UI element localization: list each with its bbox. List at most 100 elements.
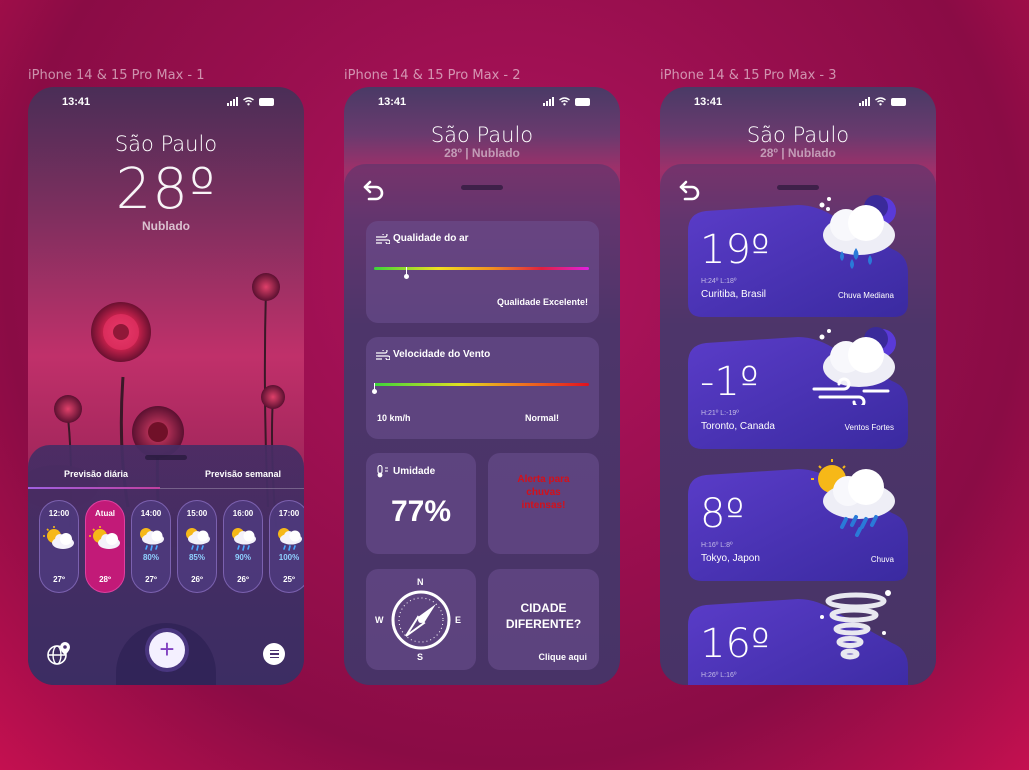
city-temperature: 19º bbox=[700, 227, 770, 273]
rain-alert-text: Alerta para chuvas intensas! bbox=[517, 474, 570, 511]
frame-title-1: iPhone 14 & 15 Pro Max - 1 bbox=[28, 68, 205, 83]
tab-weekly-forecast[interactable]: Previsão semanal bbox=[205, 469, 281, 479]
city-condition: Ventos Fortes bbox=[844, 423, 894, 432]
precipitation-chance: 85% bbox=[188, 553, 205, 562]
thermometer-icon bbox=[377, 465, 388, 478]
drag-handle[interactable] bbox=[145, 455, 187, 460]
other-city-title: CIDADE DIFERENTE? bbox=[505, 601, 582, 631]
city-weather-card[interactable]: 8º H:16º L:8º Tokyo, Japon Chuva bbox=[688, 459, 908, 581]
sun-rain-cloud-icon bbox=[804, 457, 904, 537]
hour-temperature: 27º bbox=[53, 575, 65, 584]
hour-label: Atual bbox=[95, 509, 115, 518]
city-location: Toronto, Canada bbox=[701, 421, 775, 432]
moon-rain-cloud-icon bbox=[804, 193, 904, 273]
wind-speed-status: Normal! bbox=[524, 413, 559, 423]
current-temperature: 28º bbox=[115, 157, 217, 222]
city-temperature: -1º bbox=[700, 359, 759, 405]
hour-temperature: 26º bbox=[237, 575, 249, 584]
add-city-button[interactable]: + bbox=[149, 632, 185, 668]
signal-icon bbox=[227, 97, 238, 106]
back-arrow-icon[interactable] bbox=[362, 179, 388, 201]
high-low-temps: H:16º L:8º bbox=[701, 542, 733, 549]
current-condition: Nublado bbox=[142, 219, 190, 233]
city-weather-card[interactable]: 16º H:26º L:16º bbox=[688, 590, 908, 685]
hourly-forecast-item[interactable]: Atual 28º bbox=[85, 500, 125, 593]
menu-icon[interactable] bbox=[263, 643, 285, 665]
humidity-label: Umidade bbox=[393, 466, 436, 477]
phone-details-screen: 13:41 São Paulo 28º | Nublado Qualidade … bbox=[344, 87, 620, 685]
hourly-forecast-item[interactable]: 15:00 85% 26º bbox=[177, 500, 217, 593]
battery-icon bbox=[891, 97, 906, 106]
precipitation-chance: 90% bbox=[234, 553, 251, 562]
sun-rain-cloud-icon bbox=[273, 526, 304, 552]
city-subtitle: 28º | Nublado bbox=[760, 146, 836, 160]
city-subtitle: 28º | Nublado bbox=[444, 146, 520, 160]
precipitation-chance: 100% bbox=[278, 553, 300, 562]
drag-handle[interactable] bbox=[777, 185, 819, 190]
humidity-card: Umidade 77% bbox=[366, 453, 476, 554]
hour-label: 14:00 bbox=[140, 509, 162, 518]
battery-icon bbox=[575, 97, 590, 106]
status-bar: 13:41 bbox=[660, 96, 936, 110]
back-arrow-icon[interactable] bbox=[678, 179, 704, 201]
wind-speed-dot bbox=[372, 389, 377, 394]
city-name: São Paulo bbox=[114, 132, 218, 156]
other-city-card[interactable]: CIDADE DIFERENTE? Clique aqui bbox=[488, 569, 599, 670]
sun-cloud-icon bbox=[89, 526, 121, 552]
sun-rain-cloud-icon bbox=[181, 526, 213, 552]
city-weather-card[interactable]: 19º H:24º L:18º Curitiba, Brasil Chuva M… bbox=[688, 195, 908, 317]
hourly-forecast-item[interactable]: 17:00 100% 25º bbox=[269, 500, 304, 593]
wifi-icon bbox=[243, 97, 254, 106]
hour-label: 16:00 bbox=[232, 509, 254, 518]
wind-speed-value: 10 km/h bbox=[377, 413, 411, 423]
rain-alert-card: Alerta para chuvas intensas! bbox=[488, 453, 599, 554]
wifi-icon bbox=[875, 97, 886, 106]
city-temperature: 16º bbox=[700, 621, 770, 667]
wind-speed-bar bbox=[374, 383, 589, 386]
compass-card: N S E W bbox=[366, 569, 476, 670]
wind-icon bbox=[376, 349, 390, 360]
status-bar: 13:41 bbox=[344, 96, 620, 110]
high-low-temps: H:21º L:-19º bbox=[701, 410, 739, 417]
high-low-temps: H:24º L:18º bbox=[701, 278, 737, 285]
compass-east: E bbox=[455, 615, 462, 625]
status-time: 13:41 bbox=[694, 96, 723, 108]
city-condition: Chuva bbox=[870, 555, 894, 564]
sun-rain-cloud-icon bbox=[135, 526, 167, 552]
moon-wind-cloud-icon bbox=[804, 325, 904, 409]
precipitation-chance: 80% bbox=[142, 553, 159, 562]
tab-daily-forecast[interactable]: Previsão diária bbox=[64, 469, 128, 479]
hour-label: 12:00 bbox=[48, 509, 70, 518]
wind-speed-card: Velocidade do Vento 10 km/h Normal! bbox=[366, 337, 599, 439]
hour-temperature: 27º bbox=[145, 575, 157, 584]
air-quality-dot bbox=[404, 274, 410, 279]
hourly-forecast-item[interactable]: 16:00 90% 26º bbox=[223, 500, 263, 593]
city-weather-card[interactable]: -1º H:21º L:-19º Toronto, Canada Ventos … bbox=[688, 327, 908, 449]
signal-icon bbox=[543, 97, 554, 106]
hourly-forecast-list: 12:00 27º Atual 28º 14:00 80% 27º 15:00 85%… bbox=[39, 500, 304, 593]
hour-label: 17:00 bbox=[278, 509, 300, 518]
click-here-link[interactable]: Clique aqui bbox=[538, 652, 587, 662]
city-name: São Paulo bbox=[430, 123, 534, 147]
phone-cities-screen: 13:41 São Paulo 28º | Nublado 19º H:24º … bbox=[660, 87, 936, 685]
drag-handle[interactable] bbox=[461, 185, 503, 190]
city-temperature: 8º bbox=[700, 491, 745, 537]
globe-location-icon[interactable] bbox=[46, 641, 72, 667]
status-time: 13:41 bbox=[378, 96, 407, 108]
sun-rain-cloud-icon bbox=[227, 526, 259, 552]
tab-underline bbox=[28, 487, 304, 489]
hourly-forecast-item[interactable]: 14:00 80% 27º bbox=[131, 500, 171, 593]
wind-speed-label: Velocidade do Vento bbox=[393, 349, 491, 360]
high-low-temps: H:26º L:16º bbox=[701, 672, 737, 679]
tornado-icon bbox=[804, 587, 904, 667]
battery-icon bbox=[259, 97, 274, 106]
compass-north: N bbox=[417, 577, 424, 587]
city-name: São Paulo bbox=[746, 123, 850, 147]
air-quality-label: Qualidade do ar bbox=[393, 233, 469, 244]
wind-icon bbox=[376, 233, 390, 244]
city-location: Tokyo, Japon bbox=[701, 553, 760, 564]
frame-title-3: iPhone 14 & 15 Pro Max - 3 bbox=[660, 68, 837, 83]
frame-title-2: iPhone 14 & 15 Pro Max - 2 bbox=[344, 68, 521, 83]
hourly-forecast-item[interactable]: 12:00 27º bbox=[39, 500, 79, 593]
hour-label: 15:00 bbox=[186, 509, 208, 518]
